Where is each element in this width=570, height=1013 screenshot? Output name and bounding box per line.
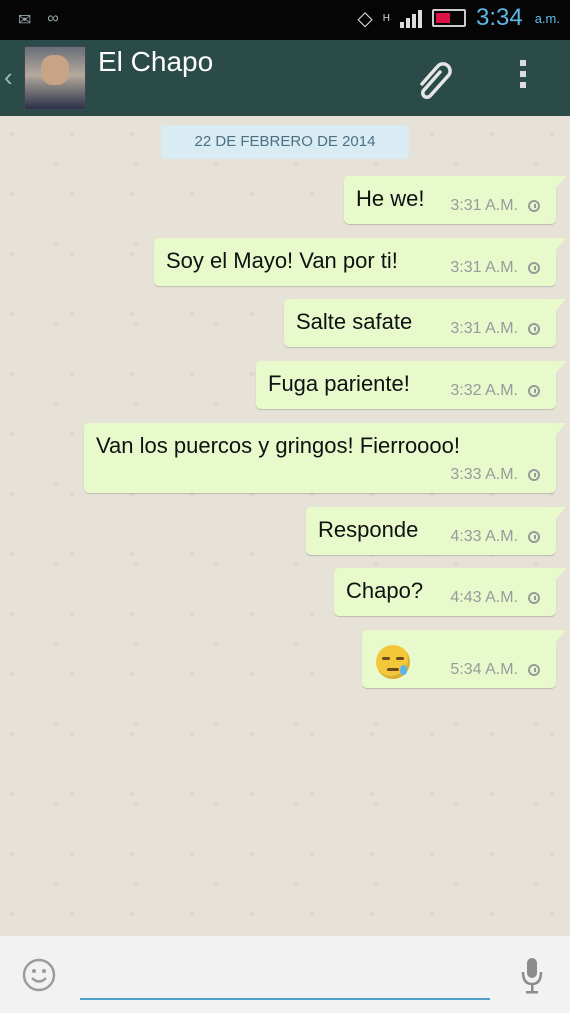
pending-clock-icon: [528, 200, 540, 212]
message-bubble[interactable]: Responde 4:33 A.M.: [306, 507, 566, 555]
message-time: 3:31 A.M.: [450, 320, 518, 337]
pending-clock-icon: [528, 664, 540, 676]
message-time: 5:34 A.M.: [450, 661, 518, 678]
message-text: He we!: [356, 186, 425, 211]
status-bar: ✉ ∞ ◇ H 3:34 a.m.: [0, 0, 570, 40]
voicemail-icon: ∞: [47, 10, 59, 27]
pending-clock-icon: [528, 592, 540, 604]
message-text: Van los puercos y gringos! Fierroooo!: [96, 433, 460, 458]
microphone-icon[interactable]: [518, 956, 546, 1001]
message-bubble[interactable]: Salte safate 3:31 A.M.: [284, 299, 566, 347]
message-text: Salte safate: [296, 309, 413, 334]
rotate-icon: ◇: [357, 7, 373, 30]
message-time: 3:32 A.M.: [450, 382, 518, 399]
message-time: 4:33 A.M.: [450, 528, 518, 545]
network-type: H: [382, 12, 390, 24]
message-text: Fuga pariente!: [268, 371, 410, 396]
message-text: Soy el Mayo! Van por ti!: [166, 248, 398, 273]
message-input[interactable]: [82, 956, 490, 996]
pending-clock-icon: [528, 385, 540, 397]
message-bubble[interactable]: 5:34 A.M.: [362, 630, 566, 688]
clock-time: 3:34: [475, 4, 523, 31]
message-bubble[interactable]: He we! 3:31 A.M.: [344, 176, 566, 224]
pending-clock-icon: [528, 262, 540, 274]
message-text: Responde: [318, 517, 419, 542]
smiley-icon[interactable]: [21, 957, 57, 998]
message-bubble[interactable]: Van los puercos y gringos! Fierroooo! 3:…: [84, 423, 566, 493]
message-bubble[interactable]: Soy el Mayo! Van por ti! 3:31 A.M.: [154, 238, 566, 286]
message-text: Chapo?: [346, 578, 424, 603]
message-bubble[interactable]: Chapo? 4:43 A.M.: [334, 568, 566, 616]
overflow-menu-icon[interactable]: [520, 60, 528, 93]
crying-face-icon: [376, 645, 410, 679]
clock-ampm: a.m.: [534, 10, 560, 26]
input-bar: [0, 936, 570, 1013]
message-time: 3:31 A.M.: [450, 259, 518, 276]
paperclip-icon[interactable]: [412, 56, 460, 109]
sms-icon: ✉: [18, 12, 32, 29]
status-right-icons: ◇ H 3:34 a.m.: [357, 4, 560, 32]
signal-icon: [399, 8, 422, 28]
input-underline: [80, 998, 490, 1000]
message-time: 3:33 A.M.: [450, 466, 518, 483]
battery-icon: [431, 9, 466, 27]
avatar[interactable]: [24, 46, 86, 110]
pending-clock-icon: [528, 531, 540, 543]
pending-clock-icon: [528, 323, 540, 335]
back-icon[interactable]: ‹: [4, 62, 13, 93]
status-left-icons: ✉ ∞: [18, 10, 59, 30]
message-time: 3:31 A.M.: [450, 197, 518, 214]
pending-clock-icon: [528, 469, 540, 481]
message-time: 4:43 A.M.: [450, 589, 518, 606]
action-bar: ‹ El Chapo: [0, 40, 570, 116]
date-chip: 22 DE FEBRERO DE 2014: [161, 125, 409, 159]
chat-area[interactable]: 22 DE FEBRERO DE 2014 He we! 3:31 A.M. S…: [0, 116, 570, 936]
message-bubble[interactable]: Fuga pariente! 3:32 A.M.: [256, 361, 566, 409]
contact-name[interactable]: El Chapo: [98, 46, 213, 78]
